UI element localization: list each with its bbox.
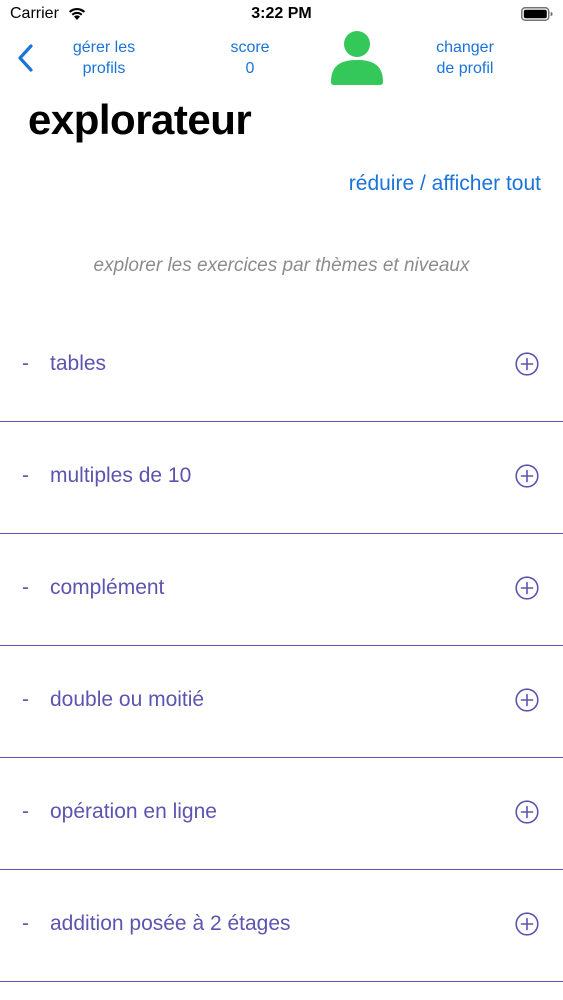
plus-circle-icon[interactable] <box>515 912 539 936</box>
manage-profiles-button[interactable]: gérer les profils <box>56 37 152 79</box>
themes-list: - tables - multiples de 10 - complément <box>0 310 563 982</box>
theme-row-complement[interactable]: - complément <box>0 534 563 646</box>
theme-row-double-half[interactable]: - double ou moitié <box>0 646 563 758</box>
back-chevron-icon[interactable] <box>14 42 38 74</box>
theme-label: opération en ligne <box>50 800 217 823</box>
score-value: 0 <box>245 60 255 77</box>
change-profile-button[interactable]: changer de profil <box>412 37 518 79</box>
row-dash: - <box>22 912 29 935</box>
row-dash: - <box>22 800 29 823</box>
row-dash: - <box>22 464 29 487</box>
theme-label: tables <box>50 352 107 375</box>
status-bar: Carrier 3:22 PM <box>0 0 563 30</box>
theme-label: double ou moitié <box>50 688 205 711</box>
page-title: explorateur <box>28 96 252 143</box>
manage-profiles-line-2: profils <box>82 60 126 77</box>
person-icon[interactable] <box>328 30 386 86</box>
row-dash: - <box>22 688 29 711</box>
theme-row-multiples[interactable]: - multiples de 10 <box>0 422 563 534</box>
plus-circle-icon[interactable] <box>515 576 539 600</box>
theme-label: complément <box>50 576 165 599</box>
score-button[interactable]: score 0 <box>210 37 290 79</box>
manage-profiles-line-1: gérer les <box>72 39 136 56</box>
theme-row-inline-operation[interactable]: - opération en ligne <box>0 758 563 870</box>
change-profile-line-2: de profil <box>436 60 494 77</box>
page-subtitle: explorer les exercices par thèmes et niv… <box>93 255 470 276</box>
row-dash: - <box>22 352 29 375</box>
theme-label: multiples de 10 <box>50 464 192 487</box>
theme-row-tables[interactable]: - tables <box>0 310 563 422</box>
theme-row-column-addition[interactable]: - addition posée à 2 étages <box>0 870 563 982</box>
plus-circle-icon[interactable] <box>515 688 539 712</box>
toggle-all-button[interactable]: réduire / afficher tout <box>349 172 541 196</box>
theme-label: addition posée à 2 étages <box>50 912 291 935</box>
battery-icon <box>521 7 553 21</box>
plus-circle-icon[interactable] <box>515 352 539 376</box>
change-profile-line-1: changer <box>436 39 494 56</box>
nav-bar: gérer les profils score 0 changer de pro… <box>0 30 563 90</box>
screen: Carrier 3:22 PM gérer les profils score … <box>0 0 563 1000</box>
plus-circle-icon[interactable] <box>515 800 539 824</box>
clock: 3:22 PM <box>251 5 312 22</box>
score-label: score <box>230 39 270 56</box>
row-dash: - <box>22 576 29 599</box>
plus-circle-icon[interactable] <box>515 464 539 488</box>
